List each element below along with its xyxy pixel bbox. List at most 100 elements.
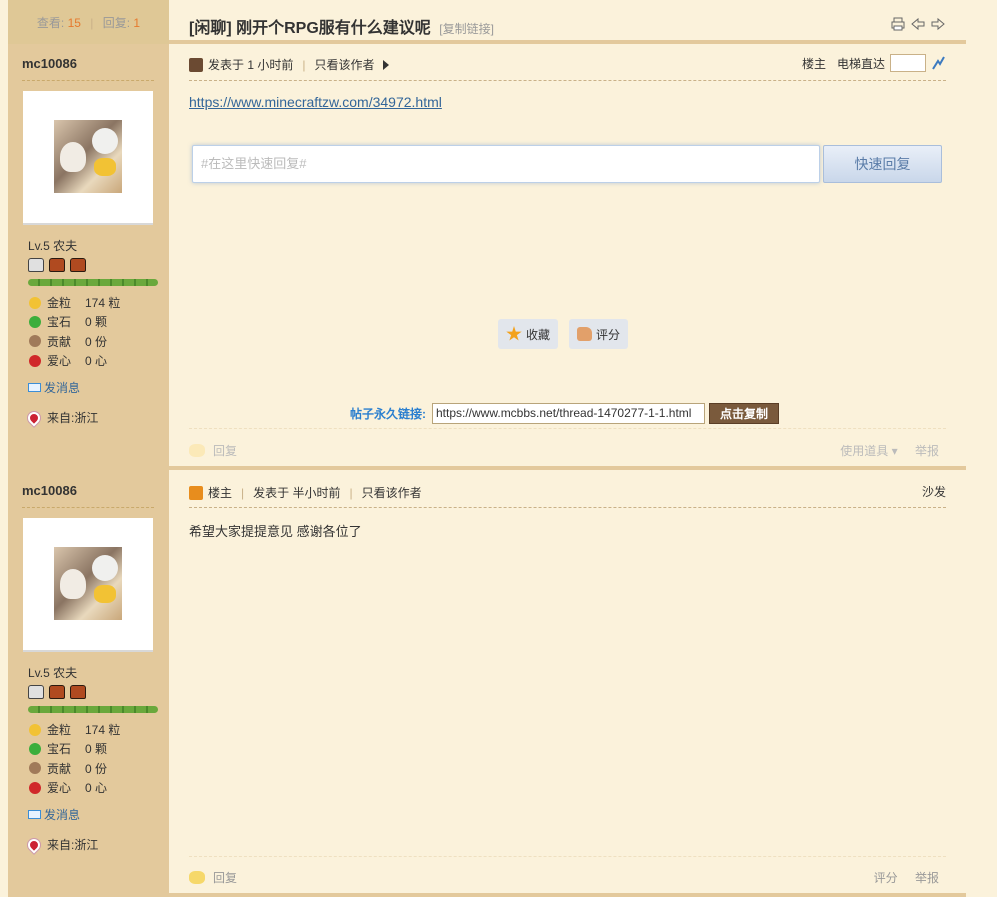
views-count: 15 <box>67 16 81 30</box>
user-face-icon <box>189 57 203 72</box>
send-message-link[interactable]: 发消息 <box>28 379 80 396</box>
stat-love: 爱心 0 心 <box>28 778 120 797</box>
thumbs-up-icon <box>577 327 592 341</box>
avatar-frame[interactable] <box>23 518 153 652</box>
next-thread-icon[interactable] <box>930 16 946 32</box>
stat-love: 爱心 0 心 <box>28 351 120 370</box>
report-link[interactable]: 举报 <box>915 444 939 458</box>
report-link[interactable]: 举报 <box>915 871 939 885</box>
send-message-label: 发消息 <box>44 381 81 395</box>
floor-jump: 楼主 电梯直达 <box>802 54 946 72</box>
rate-label: 评分 <box>596 327 621 342</box>
favorite-button[interactable]: 收藏 <box>498 319 559 349</box>
meta-divider-line <box>189 507 946 508</box>
reply-link[interactable]: 回复 <box>213 442 237 459</box>
location-text: 来自:浙江 <box>47 411 99 425</box>
medal-icon[interactable] <box>70 258 86 272</box>
avatar[interactable] <box>54 547 122 620</box>
thread-toolbar <box>890 16 946 32</box>
author-name[interactable]: mc10086 <box>22 56 77 71</box>
medal-icon[interactable] <box>49 685 65 699</box>
stat-gem: 宝石 0 颗 <box>28 739 120 758</box>
gold-icon <box>29 296 41 309</box>
heart-icon <box>29 781 41 794</box>
post-content: 希望大家提提意见 感谢各位了 <box>189 524 362 539</box>
reply-bubble-icon <box>189 871 205 884</box>
stat-contribution: 贡献 0 份 <box>28 332 120 351</box>
avatar-frame[interactable] <box>23 91 153 225</box>
stat-value: 0 颗 <box>85 742 108 757</box>
post-meta: 发表于 1 小时前 | 只看该作者 <box>189 56 390 73</box>
only-author-link[interactable]: 只看该作者 <box>314 56 374 73</box>
stat-label: 爱心 <box>47 354 72 369</box>
play-arrow-icon[interactable] <box>383 59 390 70</box>
medal-icon[interactable] <box>28 685 44 699</box>
use-tools-link[interactable]: 使用道具 ▾ <box>840 444 897 458</box>
stat-label: 爱心 <box>47 781 72 796</box>
gem-icon <box>29 742 41 755</box>
stat-gold: 金粒 174 粒 <box>28 720 120 739</box>
medal-icon[interactable] <box>70 685 86 699</box>
favorite-label: 收藏 <box>526 327 551 342</box>
send-message-label: 发消息 <box>44 808 81 822</box>
author-name[interactable]: mc10086 <box>22 483 77 498</box>
medal-list <box>28 685 86 699</box>
mail-icon <box>28 810 41 819</box>
user-level[interactable]: Lv.5 农夫 <box>28 664 77 681</box>
level-progress-bar <box>28 279 158 286</box>
permalink-url-field[interactable]: https://www.mcbbs.net/thread-1470277-1-1… <box>432 403 705 424</box>
stat-value: 0 份 <box>85 334 108 349</box>
location-pin-icon <box>25 836 43 853</box>
location-text: 来自:浙江 <box>47 838 99 852</box>
prev-thread-icon[interactable] <box>910 16 926 32</box>
post-time: 发表于 1 小时前 <box>208 58 294 72</box>
user-level[interactable]: Lv.5 农夫 <box>28 237 77 254</box>
footer-divider <box>189 428 946 429</box>
stat-gem: 宝石 0 颗 <box>28 312 120 331</box>
views-label: 查看: <box>36 16 65 30</box>
quick-reply-input[interactable]: #在这里快速回复# <box>192 145 820 183</box>
jump-go-icon[interactable] <box>930 55 946 71</box>
mail-icon <box>28 383 41 392</box>
post-link[interactable]: https://www.minecraftzw.com/34972.html <box>189 94 442 110</box>
stat-value: 0 颗 <box>85 315 108 330</box>
replies-label: 回复: <box>102 16 131 30</box>
meta-divider: | <box>302 57 306 72</box>
rate-button[interactable]: 评分 <box>569 319 629 349</box>
thread-title-text: [闲聊] 刚开个RPG服有什么建议呢 <box>189 20 431 37</box>
stat-contribution: 贡献 0 份 <box>28 759 120 778</box>
author-badge-icon <box>189 485 203 500</box>
rate-link[interactable]: 评分 <box>874 871 898 885</box>
footer-divider <box>189 856 946 857</box>
level-progress-bar <box>28 706 158 713</box>
permalink-row: 帖子永久链接: https://www.mcbbs.net/thread-147… <box>350 403 780 424</box>
post-time: 发表于 半小时前 <box>253 486 341 500</box>
star-icon <box>506 326 522 341</box>
stat-label: 宝石 <box>47 315 72 330</box>
medal-icon[interactable] <box>49 258 65 272</box>
quick-reply-button[interactable]: 快速回复 <box>823 145 942 183</box>
thread-stats: 查看: 15 | 回复: 1 <box>8 0 169 44</box>
meta-divider: | <box>241 485 245 500</box>
post-separator <box>8 893 966 897</box>
avatar[interactable] <box>54 120 122 193</box>
stats-divider: | <box>90 16 94 30</box>
heart-icon <box>29 354 41 367</box>
send-message-link[interactable]: 发消息 <box>28 806 80 823</box>
print-icon[interactable] <box>890 16 906 32</box>
copy-permalink-button[interactable]: 点击复制 <box>709 403 780 424</box>
only-author-link[interactable]: 只看该作者 <box>362 484 422 501</box>
stat-value: 174 粒 <box>85 723 121 738</box>
meta-divider-line <box>189 80 946 81</box>
author-divider <box>22 507 154 508</box>
stat-label: 贡献 <box>47 334 72 349</box>
user-location: 来自:浙江 <box>25 409 99 426</box>
user-location: 来自:浙江 <box>25 836 99 853</box>
thread-container: 查看: 15 | 回复: 1 [闲聊] 刚开个RPG服有什么建议呢 [复制链接]… <box>8 0 966 897</box>
medal-icon[interactable] <box>28 258 44 272</box>
reply-link[interactable]: 回复 <box>213 869 237 886</box>
copy-link-button[interactable]: [复制链接] <box>439 22 494 36</box>
stat-value: 0 心 <box>85 781 108 796</box>
floor-number-input[interactable] <box>890 54 926 72</box>
stat-label: 金粒 <box>47 723 72 738</box>
